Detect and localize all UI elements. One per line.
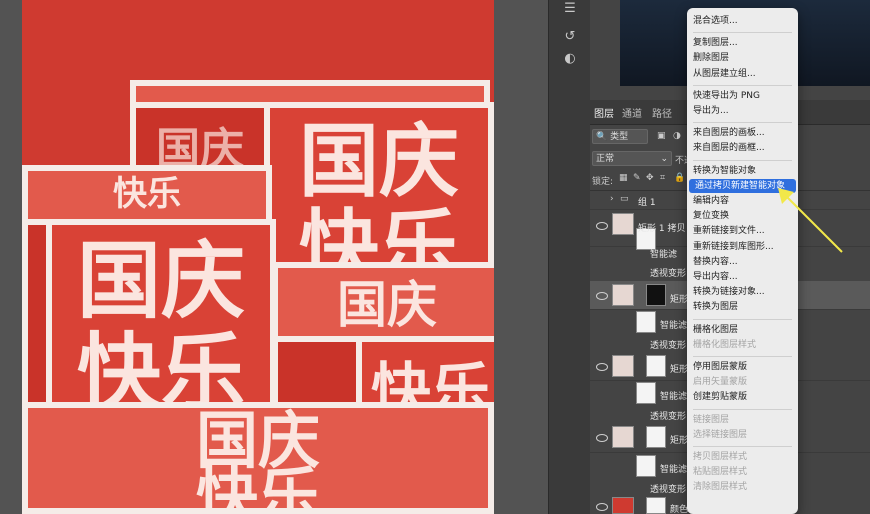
layer-name: 矩形 1 拷贝 3 [638,224,695,234]
menu-item[interactable]: 栅格化图层 [687,323,798,337]
tab-channels[interactable]: 通道 [622,105,642,120]
menu-separator [693,122,792,124]
layer-name: 矩形 [670,295,689,305]
blend-mode-value: 正常 [596,154,615,164]
panel-dock: ☰ ↺ ◐ [548,0,591,514]
menu-separator [693,84,792,86]
layer-thumbnail [612,213,634,235]
lock-all-icon[interactable]: 🔒 [674,173,685,183]
cube-front: 国庆 快乐 [22,372,494,514]
visibility-eye-icon[interactable] [596,363,608,371]
menu-item[interactable]: 粘贴图层样式 [687,465,798,479]
menu-item[interactable]: 从图层建立组... [687,67,798,81]
image-filter-icon[interactable]: ▣ [657,131,666,141]
layer-context-menu: 混合选项... 复制图层... 删除图层从图层建立组... 快速导出为 PNG 导出为.… [687,8,798,514]
filter-effect-name: 透视变形 [650,269,687,279]
layer-name: 颜色 [670,505,689,514]
layer-thumbnail [612,284,634,306]
blend-mode-select[interactable]: 正常 ⌄ [592,151,672,166]
layer-thumbnail [612,355,634,377]
fill-color-thumbnail [612,497,634,514]
filter-effect-name: 透视变形 [650,485,687,495]
menu-item[interactable]: 来自图层的画框... [687,141,798,155]
layer-mask-thumbnail [646,284,666,306]
smart-filter-thumbnail [636,455,656,477]
menu-item[interactable]: 混合选项... [687,14,798,28]
lock-paint-icon[interactable]: ✎ [633,173,641,183]
adjustment-layer-icon[interactable]: ◐ [561,50,579,68]
layer-name: 矩形 [670,436,689,446]
artwork-text: 快乐 [113,174,181,214]
layer-name: 矩形 [670,365,689,375]
menu-item[interactable]: 选择链接图层 [687,428,798,442]
cube-top-face: 快乐 [22,165,272,225]
document-canvas[interactable]: 国庆 国庆 快乐 快乐 国庆 快乐 国庆 快乐 国庆 快乐 [22,0,494,514]
lock-label: 锁定: [592,177,614,187]
smart-filter-name: 智能滤 [660,321,688,331]
menu-item[interactable]: 启用矢量蒙版 [687,375,798,389]
adjust-filter-icon[interactable]: ◑ [673,131,681,141]
visibility-eye-icon[interactable] [596,292,608,300]
visibility-eye-icon[interactable] [596,503,608,511]
lock-artboard-icon[interactable]: ⌗ [660,173,665,183]
menu-item[interactable]: 清除图层样式 [687,480,798,494]
layer-mask-thumbnail [646,355,666,377]
kind-filter-select[interactable]: 🔍 类型 [592,129,648,144]
menu-item[interactable]: 复制图层... [687,36,798,50]
menu-item[interactable]: 链接图层 [687,413,798,427]
menu-item[interactable]: 创建剪贴蒙版 [687,390,798,404]
menu-separator [693,32,792,34]
history-icon[interactable]: ↺ [561,28,579,46]
cube-top-face: 国庆 快乐 [22,402,494,514]
artwork-text: 国庆 [76,232,245,330]
kind-filter-value: 类型 [610,132,629,142]
menu-separator [693,159,792,161]
filter-effect-name: 透视变形 [650,341,687,351]
lock-transparent-icon[interactable]: ▦ [619,173,628,183]
artwork-text: 快乐 [195,460,320,514]
smart-filter-name: 智能滤 [660,465,688,475]
visibility-eye-icon[interactable] [596,222,608,230]
smart-filter-thumbnail [636,311,656,333]
smart-filter-name: 智能滤 [660,392,688,402]
layer-thumbnail [612,426,634,448]
menu-separator [693,446,792,447]
tab-paths[interactable]: 路径 [652,105,672,120]
artwork-text: 国庆 [299,115,459,208]
group-name: 组 1 [638,198,656,208]
filter-effect-name: 透视变形 [650,412,687,422]
menu-item[interactable]: 导出为... [687,104,798,118]
photoshop-window: 国庆 国庆 快乐 快乐 国庆 快乐 国庆 快乐 国庆 快乐 ☰ ↺ ◐ 图层 通… [0,0,870,514]
lock-move-icon[interactable]: ✥ [646,173,654,183]
menu-item[interactable]: 快速导出为 PNG [687,89,798,103]
visibility-eye-icon[interactable] [596,434,608,442]
annotation-arrow-icon [778,188,843,253]
menu-item[interactable]: 转换为智能对象 [687,164,798,178]
menu-item[interactable]: 导出内容... [687,270,798,284]
layer-mask-thumbnail [646,426,666,448]
menu-item[interactable]: 拷贝图层样式 [687,450,798,464]
smart-filter-thumbnail [636,382,656,404]
menu-item[interactable]: 停用图层蒙版 [687,360,798,374]
cube-top-face: 国庆 [272,262,494,342]
menu-item[interactable]: 转换为图层 [687,300,798,314]
folder-icon: ▭ [620,194,629,204]
chevron-down-icon: ⌄ [660,154,668,164]
adjustments-icon[interactable]: ☰ [561,0,579,18]
chevron-right-icon[interactable]: › [610,194,614,204]
menu-item[interactable]: 栅格化图层样式 [687,338,798,352]
menu-separator [693,356,792,357]
tab-layers[interactable]: 图层 [594,105,614,120]
menu-item[interactable]: 来自图层的画板... [687,126,798,140]
menu-separator [693,408,792,410]
layer-mask-thumbnail [646,497,666,514]
menu-item[interactable]: 转换为链接对象... [687,285,798,299]
smart-filter-name: 智能滤 [650,250,678,260]
artwork-text: 国庆 [337,276,437,334]
menu-separator [693,318,792,320]
menu-item[interactable]: 删除图层 [687,51,798,65]
